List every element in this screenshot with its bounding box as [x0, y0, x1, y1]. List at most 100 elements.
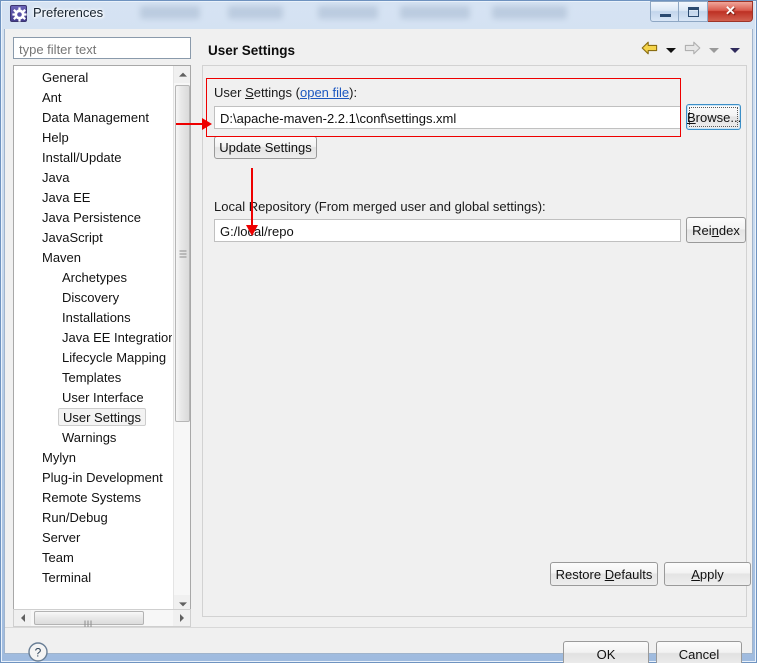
- ok-button[interactable]: OK: [563, 641, 649, 663]
- preferences-dialog-window: Preferences ✕ General Ant Data Management H…: [0, 0, 757, 663]
- open-file-link[interactable]: open file: [300, 85, 349, 100]
- triangle-left-icon: [20, 614, 25, 622]
- history-menu-chevron-down-icon[interactable]: [730, 48, 740, 53]
- tree-item-label: Server: [42, 530, 81, 545]
- scroll-up-button[interactable]: [174, 66, 190, 83]
- titlebar-glass-reflection: [140, 6, 200, 19]
- tree-item-warnings[interactable]: Warnings: [14, 428, 172, 448]
- tree-item-label: User Settings: [58, 408, 147, 426]
- local-repository-input[interactable]: [214, 219, 681, 242]
- tree-item-label: Java EE: [42, 190, 91, 205]
- tree-item-run-debug[interactable]: Run/Debug: [14, 508, 172, 528]
- tree-item-server[interactable]: Server: [14, 528, 172, 548]
- tree-item-plug-in-development[interactable]: Plug-in Development: [14, 468, 172, 488]
- user-settings-path-input[interactable]: [214, 106, 681, 129]
- settings-page: User Settings User Settings (open file):…: [199, 31, 751, 617]
- filter-input[interactable]: [13, 37, 191, 59]
- horizontal-scroll-thumb[interactable]: [34, 611, 144, 628]
- triangle-down-icon: [178, 601, 187, 606]
- tree-item-label: Plug-in Development: [42, 470, 163, 485]
- minimize-button[interactable]: [650, 1, 679, 22]
- title-bar[interactable]: Preferences ✕: [0, 0, 757, 29]
- update-settings-button[interactable]: Update Settings: [214, 136, 317, 159]
- tree-item-label: Archetypes: [62, 270, 128, 285]
- preferences-tree[interactable]: General Ant Data Management Help Install/Upd…: [13, 65, 191, 613]
- page-navigation: [641, 41, 743, 60]
- close-button[interactable]: ✕: [708, 1, 753, 22]
- triangle-up-icon: [178, 72, 187, 77]
- window-controls: ✕: [650, 1, 753, 22]
- tree-item-label: Ant: [42, 90, 62, 105]
- local-repository-label: Local Repository (From merged user and g…: [214, 199, 546, 214]
- titlebar-glass-reflection: [492, 6, 567, 19]
- scroll-grip-icon: [84, 615, 94, 628]
- tree-item-label: Remote Systems: [42, 490, 141, 505]
- titlebar-glass-reflection: [318, 6, 378, 19]
- tree-item-archetypes[interactable]: Archetypes: [14, 268, 172, 288]
- tree-item-installations[interactable]: Installations: [14, 308, 172, 328]
- tree-item-label: Warnings: [62, 430, 117, 445]
- tree-vertical-scrollbar[interactable]: [173, 66, 190, 612]
- cancel-button[interactable]: Cancel: [656, 641, 742, 663]
- tree-item-java[interactable]: Java: [14, 168, 172, 188]
- tree-item-install-update[interactable]: Install/Update: [14, 148, 172, 168]
- preferences-tree-list: General Ant Data Management Help Install/Upd…: [14, 68, 172, 588]
- tree-item-label: Mylyn: [42, 450, 76, 465]
- tree-horizontal-scrollbar[interactable]: [13, 609, 191, 628]
- tree-item-mylyn[interactable]: Mylyn: [14, 448, 172, 468]
- tree-item-java-ee-integration[interactable]: Java EE Integration: [14, 328, 172, 348]
- tree-item-label: Install/Update: [42, 150, 122, 165]
- apply-button[interactable]: Apply: [664, 562, 751, 586]
- tree-item-data-management[interactable]: Data Management: [14, 108, 172, 128]
- tree-item-maven[interactable]: Maven: [14, 248, 172, 268]
- tree-item-label: JavaScript: [42, 230, 103, 245]
- browse-button[interactable]: Browse...: [686, 104, 741, 130]
- tree-item-java-ee[interactable]: Java EE: [14, 188, 172, 208]
- forward-arrow-icon: [684, 41, 701, 60]
- tree-item-label: Data Management: [42, 110, 149, 125]
- tree-item-team[interactable]: Team: [14, 548, 172, 568]
- triangle-right-icon: [179, 614, 184, 622]
- scroll-left-button[interactable]: [14, 610, 31, 626]
- dialog-client-area: General Ant Data Management Help Install/Upd…: [4, 29, 753, 663]
- svg-text:?: ?: [35, 646, 42, 660]
- restore-defaults-button[interactable]: Restore Defaults: [550, 562, 658, 586]
- maximize-button[interactable]: [679, 1, 708, 22]
- tree-item-remote-systems[interactable]: Remote Systems: [14, 488, 172, 508]
- close-icon: ✕: [725, 3, 736, 18]
- dialog-footer-divider: [5, 627, 752, 628]
- tree-item-ant[interactable]: Ant: [14, 88, 172, 108]
- vertical-scroll-thumb[interactable]: [175, 85, 190, 422]
- user-settings-label: User Settings (open file):: [214, 85, 358, 100]
- scroll-right-button[interactable]: [173, 610, 190, 626]
- gear-icon: [10, 5, 27, 22]
- tree-item-label: Java EE Integration: [62, 330, 172, 345]
- tree-item-help[interactable]: Help: [14, 128, 172, 148]
- tree-item-label: Java Persistence: [42, 210, 141, 225]
- reindex-button[interactable]: Reindex: [686, 217, 746, 243]
- tree-item-templates[interactable]: Templates: [14, 368, 172, 388]
- back-arrow-icon[interactable]: [641, 41, 658, 60]
- tree-item-label: Installations: [62, 310, 131, 325]
- tree-item-javascript[interactable]: JavaScript: [14, 228, 172, 248]
- tree-item-label: Terminal: [42, 570, 92, 585]
- tree-item-general[interactable]: General: [14, 68, 172, 88]
- tree-item-user-settings[interactable]: User Settings: [14, 408, 172, 428]
- page-title: User Settings: [208, 43, 296, 58]
- tree-item-lifecycle-mapping[interactable]: Lifecycle Mapping: [14, 348, 172, 368]
- tree-item-label: Lifecycle Mapping: [62, 350, 167, 365]
- titlebar-glass-reflection: [228, 6, 283, 19]
- maximize-icon: [688, 7, 699, 17]
- tree-item-label: User Interface: [62, 390, 144, 405]
- tree-item-discovery[interactable]: Discovery: [14, 288, 172, 308]
- titlebar-glass-reflection: [400, 6, 470, 19]
- window-title: Preferences: [33, 5, 104, 20]
- settings-pane-body: User Settings (open file): Browse... Upd…: [202, 66, 751, 617]
- tree-item-label: Maven: [42, 250, 82, 265]
- help-question-icon[interactable]: ?: [27, 641, 49, 663]
- tree-item-java-persistence[interactable]: Java Persistence: [14, 208, 172, 228]
- tree-item-user-interface[interactable]: User Interface: [14, 388, 172, 408]
- tree-item-label: Java: [42, 170, 70, 185]
- back-history-chevron-down-icon[interactable]: [666, 48, 676, 53]
- tree-item-terminal[interactable]: Terminal: [14, 568, 172, 588]
